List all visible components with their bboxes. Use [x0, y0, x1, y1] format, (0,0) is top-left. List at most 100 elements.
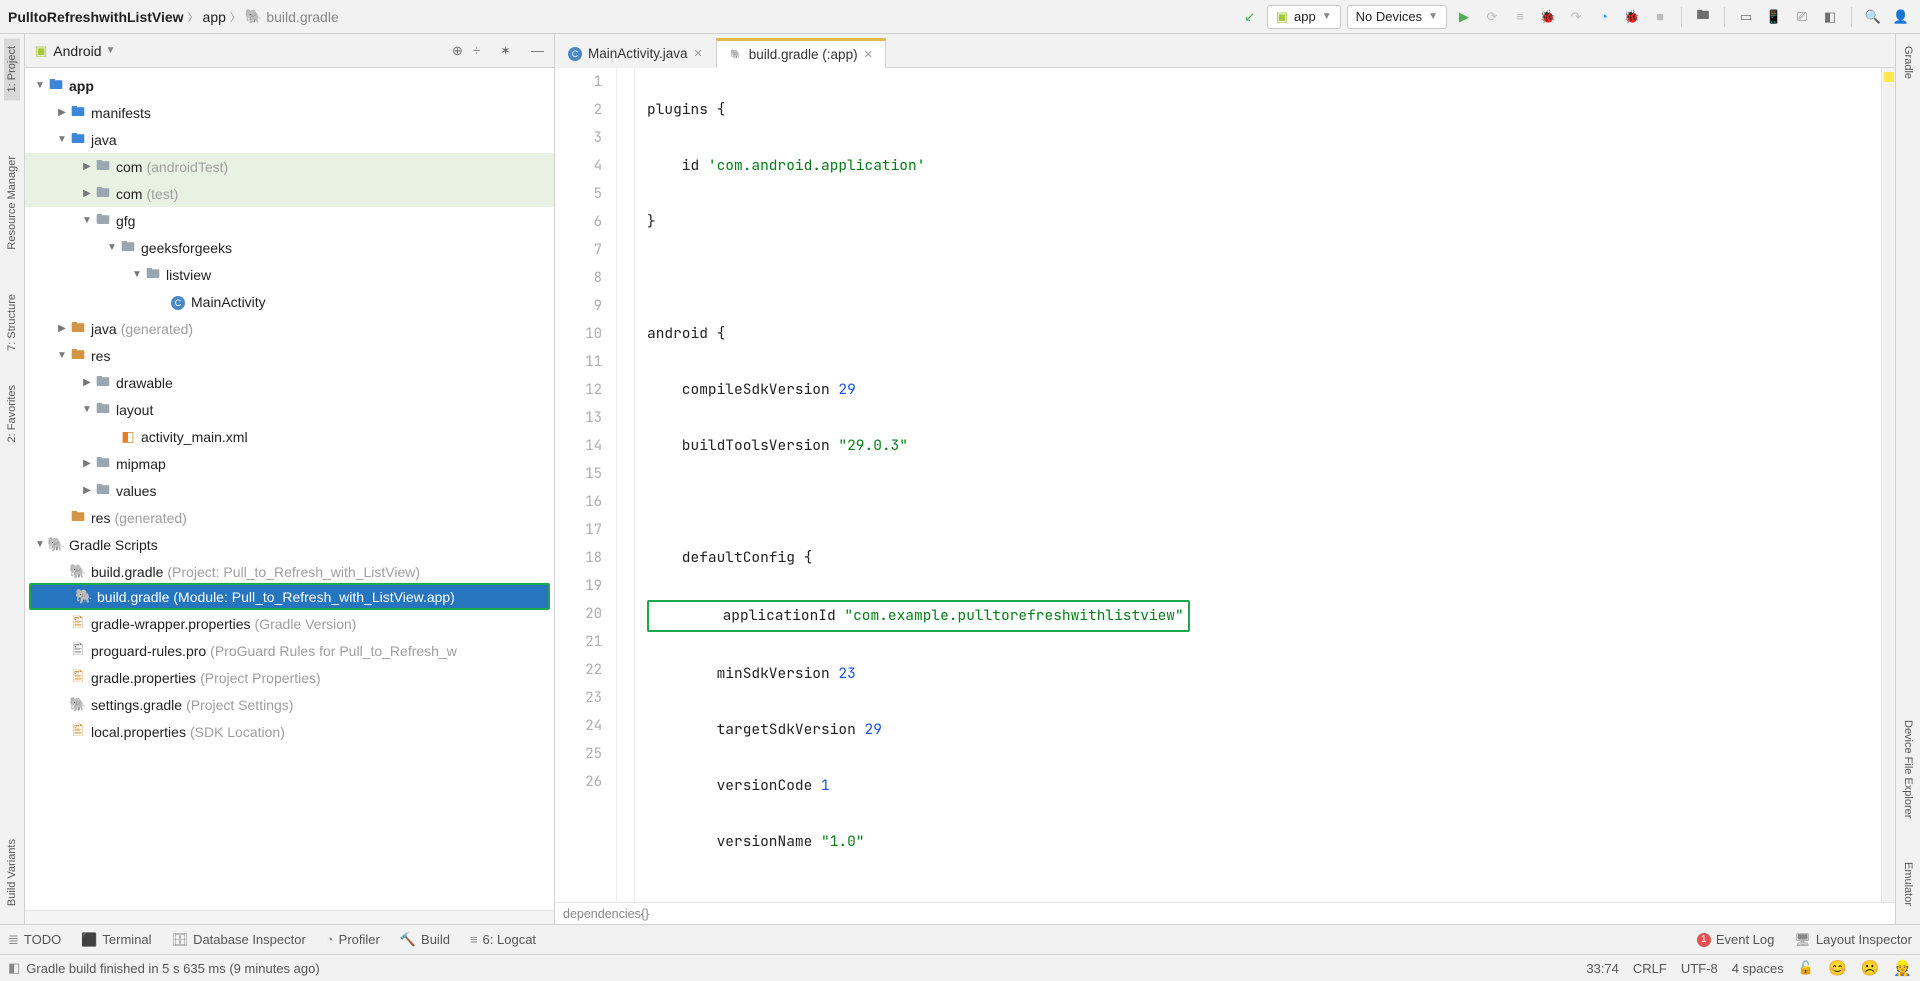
profiler-icon[interactable]: ◔	[1593, 6, 1615, 28]
tree-settings-gradle[interactable]: 🐘settings.gradle(Project Settings)	[25, 691, 554, 718]
ide-errors-sad-icon[interactable]: ☹️	[1861, 959, 1880, 977]
event-log-tool[interactable]: 1Event Log	[1697, 932, 1775, 947]
line-separator[interactable]: CRLF	[1633, 961, 1667, 976]
tree-label: mipmap	[116, 456, 166, 472]
tab-resource-manager[interactable]: Resource Manager	[4, 148, 20, 258]
tree-gradle-wrapper[interactable]: 🖺gradle-wrapper.properties(Gradle Versio…	[25, 610, 554, 637]
lock-icon[interactable]: 🔓	[1798, 960, 1814, 976]
tree-com-androidtest[interactable]: ▶🖿com(androidTest)	[25, 153, 554, 180]
vcs-icon[interactable]: 🖿	[1692, 6, 1714, 28]
tab-build-variants[interactable]: Build Variants	[4, 831, 20, 914]
sdk-manager-icon[interactable]: 📱	[1763, 6, 1785, 28]
tree-listview[interactable]: ▼🖿listview	[25, 261, 554, 288]
indent-info[interactable]: 4 spaces	[1732, 961, 1784, 976]
collapse-icon[interactable]: —	[531, 43, 544, 58]
database-inspector-tool[interactable]: 🗄Database Inspector	[172, 932, 306, 948]
bottom-tool-bar: ≣TODO ⬛Terminal 🗄Database Inspector ◔Pro…	[0, 924, 1920, 954]
tab-label: build.gradle (:app)	[749, 47, 858, 62]
tree-local-properties[interactable]: 🖺local.properties(SDK Location)	[25, 718, 554, 745]
logcat-tool[interactable]: ≡6: Logcat	[470, 932, 536, 947]
close-icon[interactable]: ✕	[694, 47, 703, 60]
user-icon[interactable]: 👤	[1890, 6, 1912, 28]
tree-label: res	[91, 348, 110, 364]
project-view-label: Android	[53, 43, 101, 59]
marker-stripe[interactable]	[1881, 68, 1895, 902]
tab-device-file-explorer[interactable]: Device File Explorer	[1900, 712, 1916, 826]
tree-label: manifests	[91, 105, 151, 121]
hide-icon[interactable]: ✶	[500, 43, 511, 59]
breadcrumb-root[interactable]: PulltoRefreshwithListView	[8, 9, 184, 25]
fold-gutter[interactable]	[617, 68, 635, 902]
device-combo[interactable]: No Devices ▼	[1347, 5, 1447, 29]
tab-mainactivity[interactable]: C MainActivity.java ✕	[555, 38, 716, 68]
tree-com-test[interactable]: ▶🖿com(test)	[25, 180, 554, 207]
tree-drawable[interactable]: ▶🖿drawable	[25, 369, 554, 396]
build-tool[interactable]: 🔨Build	[400, 932, 450, 948]
tree-layout[interactable]: ▼🖿layout	[25, 396, 554, 423]
tree-res[interactable]: ▼🖿res	[25, 342, 554, 369]
tree-java[interactable]: ▼🖿java	[25, 126, 554, 153]
breadcrumb-file[interactable]: build.gradle	[266, 9, 338, 25]
stop-icon[interactable]: ■	[1649, 6, 1671, 28]
ide-errors-happy-icon[interactable]: 😊	[1828, 959, 1847, 977]
tree-proguard[interactable]: 🖺proguard-rules.pro(ProGuard Rules for P…	[25, 637, 554, 664]
line-number: 23	[555, 684, 602, 712]
caret-position[interactable]: 33:74	[1586, 961, 1619, 976]
tree-res-generated[interactable]: 🖿res(generated)	[25, 504, 554, 531]
project-panel-header: ▣ Android ▼ ⊕ ÷ ✶ —	[25, 34, 554, 68]
tree-label: activity_main.xml	[141, 429, 248, 445]
tree-gfg[interactable]: ▼🖿gfg	[25, 207, 554, 234]
profiler-tool[interactable]: ◔Profiler	[326, 932, 380, 947]
tool-label: Profiler	[339, 932, 380, 947]
warning-marker-icon[interactable]	[1884, 72, 1894, 82]
file-encoding[interactable]: UTF-8	[1681, 961, 1718, 976]
search-everywhere-icon[interactable]: 🔍	[1862, 6, 1884, 28]
tree-app[interactable]: ▼🖿app	[25, 72, 554, 99]
apply-code-changes-icon[interactable]: ≡	[1509, 6, 1531, 28]
line-number-gutter[interactable]: 1 2 3 4 5 6 7 8 9 10 11 12 13 14 15 16 1…	[555, 68, 617, 902]
breadcrumb-module[interactable]: app	[203, 9, 226, 25]
flatten-packages-icon[interactable]: ÷	[473, 43, 480, 58]
apply-changes-icon[interactable]: ⟳	[1481, 6, 1503, 28]
tree-gradle-properties[interactable]: 🖺gradle.properties(Project Properties)	[25, 664, 554, 691]
tree-mainactivity[interactable]: CMainActivity	[25, 288, 554, 315]
coverage-icon[interactable]: ↷	[1565, 6, 1587, 28]
tree-values[interactable]: ▶🖿values	[25, 477, 554, 504]
project-view-combo[interactable]: Android ▼	[53, 43, 115, 59]
tab-favorites[interactable]: 2: Favorites	[4, 377, 20, 450]
project-tree[interactable]: ▼🖿app ▶🖿manifests ▼🖿java ▶🖿com(androidTe…	[25, 68, 554, 910]
code-editor[interactable]: plugins { id 'com.android.application' }…	[635, 68, 1881, 902]
avd-manager-icon[interactable]: ▭	[1735, 6, 1757, 28]
tree-java-generated[interactable]: ▶🖿java(generated)	[25, 315, 554, 342]
terminal-tool[interactable]: ⬛Terminal	[81, 932, 151, 948]
tree-geeksforgeeks[interactable]: ▼🖿geeksforgeeks	[25, 234, 554, 261]
tool-windows-icon[interactable]: ◧	[8, 960, 20, 976]
tree-mipmap[interactable]: ▶🖿mipmap	[25, 450, 554, 477]
tree-gradle-scripts[interactable]: ▼🐘Gradle Scripts	[25, 531, 554, 558]
editor-breadcrumb-foot[interactable]: dependencies{}	[555, 902, 1895, 924]
tree-activity-main-xml[interactable]: ◧activity_main.xml	[25, 423, 554, 450]
tab-project[interactable]: 1: Project	[4, 38, 20, 100]
project-tree-scrollbar[interactable]	[25, 910, 554, 924]
tab-build-gradle[interactable]: 🐘 build.gradle (:app) ✕	[716, 38, 886, 68]
layout-inspector-tool[interactable]: 🖥Layout Inspector	[1794, 932, 1912, 948]
resource-manager-icon[interactable]: ◧	[1819, 6, 1841, 28]
memory-icon[interactable]: 👷	[1893, 959, 1912, 977]
tab-emulator[interactable]: Emulator	[1900, 854, 1916, 914]
device-manager-icon[interactable]: ⎚	[1791, 6, 1813, 28]
todo-tool[interactable]: ≣TODO	[8, 932, 61, 948]
run-button-icon[interactable]: ▶	[1453, 6, 1475, 28]
tree-build-gradle-module[interactable]: 🐘build.gradle(Module: Pull_to_Refresh_wi…	[29, 583, 550, 610]
sync-gradle-icon[interactable]: ↙	[1239, 6, 1261, 28]
nav-divider	[1681, 7, 1682, 27]
attach-debugger-icon[interactable]: 🐞	[1621, 6, 1643, 28]
tab-structure[interactable]: 7: Structure	[4, 286, 20, 359]
tree-build-gradle-project[interactable]: 🐘build.gradle(Project: Pull_to_Refresh_w…	[25, 558, 554, 585]
debug-icon[interactable]: 🐞	[1537, 6, 1559, 28]
tab-gradle[interactable]: Gradle	[1900, 38, 1916, 87]
right-tool-stripe: Gradle Device File Explorer Emulator	[1895, 34, 1920, 924]
close-icon[interactable]: ✕	[864, 48, 873, 61]
run-config-combo[interactable]: ▣ app ▼	[1267, 5, 1341, 29]
tree-manifests[interactable]: ▶🖿manifests	[25, 99, 554, 126]
select-opened-file-icon[interactable]: ⊕	[452, 43, 463, 59]
